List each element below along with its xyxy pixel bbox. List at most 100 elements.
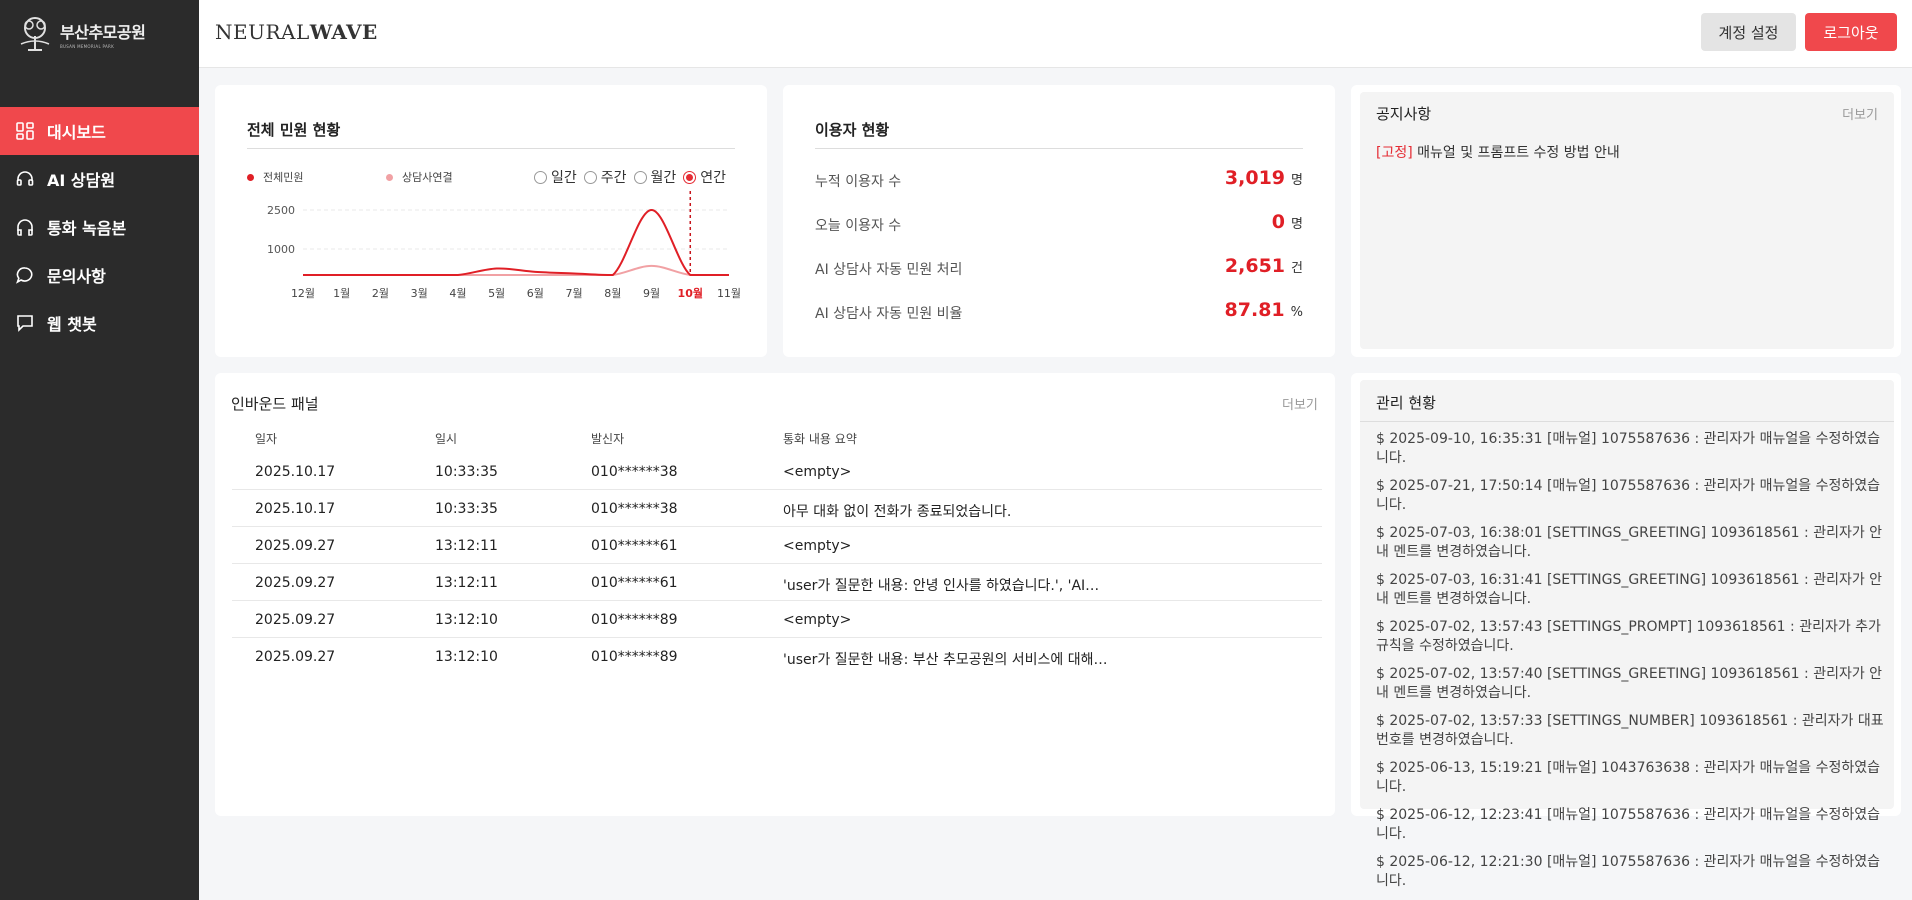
cell-summary: <empty>	[783, 538, 852, 554]
sidebar-item-web-chatbot[interactable]: 웹 챗봇	[0, 299, 199, 347]
table-row[interactable]: 2025.09.27 13:12:11 010******61 <empty>	[232, 527, 1322, 564]
series-line-0	[303, 208, 729, 277]
user-stats: 누적 이용자 수 3,019 명 오늘 이용자 수 0명 AI 상담사 자동 민원…	[815, 165, 1303, 335]
management-log-list: $ 2025-09-10, 16:35:31 [매뉴얼] 1075587636 …	[1376, 430, 1886, 900]
legend-agent: 상담사연결	[386, 169, 453, 185]
x-tick-label: 12월	[291, 287, 315, 300]
log-item: $ 2025-07-03, 16:31:41 [SETTINGS_GREETIN…	[1376, 572, 1883, 607]
stat-value: 87.81%	[1225, 299, 1303, 321]
legend-total-label: 전체민원	[263, 171, 304, 184]
sidebar-item-label: 웹 챗봇	[47, 315, 97, 334]
radio-circle	[633, 170, 647, 184]
cell-date: 2025.09.27	[255, 575, 336, 591]
x-tick-label: 11월	[717, 287, 741, 300]
notice-more-link[interactable]: 더보기	[1842, 104, 1878, 123]
cell-time: 10:33:35	[435, 501, 498, 517]
log-item: $ 2025-07-03, 16:38:01 [SETTINGS_GREETIN…	[1376, 525, 1883, 560]
logout-button[interactable]: 로그아웃	[1805, 13, 1897, 51]
table-row[interactable]: 2025.09.27 13:12:10 010******89 <empty>	[232, 601, 1322, 638]
notice-panel: 공지사항 더보기 [고정] 매뉴얼 및 프롬프트 수정 방법 안내	[1360, 92, 1894, 349]
table-row[interactable]: 2025.09.27 13:12:10 010******89 'user가 질…	[232, 638, 1322, 675]
stat-label: 누적 이용자 수	[815, 174, 902, 190]
logo-subtitle: BUSAN MEMORIAL PARK	[60, 44, 115, 49]
stat-value: 2,651 건	[1225, 255, 1303, 277]
headset-icon	[16, 170, 34, 188]
headphones-icon	[16, 218, 34, 236]
stat-unit: 명	[1291, 217, 1303, 232]
sidebar-item-label: 문의사항	[47, 267, 106, 286]
x-tick-label: 8월	[604, 287, 621, 300]
legend-agent-label: 상담사연결	[402, 171, 453, 184]
radio-circle	[583, 170, 597, 184]
table-row[interactable]: 2025.09.27 13:12:11 010******61 'user가 질…	[232, 564, 1322, 601]
column-header-time[interactable]: 일시	[435, 430, 457, 447]
column-header-date[interactable]: 일자	[255, 430, 277, 447]
inbound-more-link[interactable]: 더보기	[1282, 394, 1318, 413]
cell-summary: 아무 대화 없이 전화가 종료되었습니다.	[783, 504, 1012, 520]
x-tick-label: 1월	[333, 287, 350, 300]
sidebar-item-label: 통화 녹음본	[47, 219, 127, 238]
stat-row: 오늘 이용자 수 0명	[815, 209, 1303, 239]
cell-time: 13:12:10	[435, 612, 498, 628]
period-weekly[interactable]: 주간	[583, 167, 627, 187]
brand-logo[interactable]: NEURALWAVE	[215, 20, 378, 44]
period-selector: 일간 주간 월간 연간	[534, 167, 726, 187]
cell-date: 2025.10.17	[255, 464, 336, 480]
notice-title: 공지사항	[1376, 105, 1432, 123]
stat-row: AI 상담사 자동 민원 비율 87.81%	[815, 297, 1303, 327]
cell-summary: 'user가 질문한 내용: 안녕 인사를 하였습니다.', 'AI…	[783, 578, 1100, 594]
cell-summary: <empty>	[783, 612, 852, 628]
x-tick-label: 9월	[643, 287, 660, 300]
cell-caller: 010******89	[591, 649, 678, 665]
column-header-summary[interactable]: 통화 내용 요약	[783, 430, 857, 447]
table-row[interactable]: 2025.10.17 10:33:35 010******38 <empty>	[232, 453, 1322, 490]
radio-circle-checked	[683, 170, 697, 184]
cell-time: 10:33:35	[435, 464, 498, 480]
period-label: 주간	[600, 170, 627, 186]
complaints-divider	[247, 148, 735, 149]
table-row[interactable]: 2025.10.17 10:33:35 010******38 아무 대화 없이…	[232, 490, 1322, 527]
sidebar-item-dashboard[interactable]: 대시보드	[0, 107, 199, 155]
complaints-chart: 1000 2500 12월 1월 2월 3월 4월 5월 6월 7월 8월 9월 10월 11월	[267, 191, 741, 300]
stat-number: 2,651	[1224, 255, 1286, 277]
x-tick-label: 5월	[488, 287, 505, 300]
chat-bubble-icon	[16, 266, 34, 284]
log-item: $ 2025-07-02, 13:57:40 [SETTINGS_GREETIN…	[1376, 666, 1883, 701]
sidebar-item-call-recordings[interactable]: 통화 녹음본	[0, 203, 199, 251]
dashboard-icon	[16, 122, 34, 140]
sidebar-item-label: 대시보드	[47, 123, 106, 142]
cell-caller: 010******61	[591, 575, 678, 591]
log-item: $ 2025-07-02, 13:57:43 [SETTINGS_PROMPT]…	[1376, 619, 1881, 654]
users-title: 이용자 현황	[815, 121, 890, 139]
log-item: $ 2025-07-21, 17:50:14 [매뉴얼] 1075587636 …	[1376, 478, 1880, 513]
period-daily[interactable]: 일간	[534, 167, 577, 187]
period-label: 연간	[700, 170, 727, 186]
stat-unit: %	[1290, 305, 1303, 320]
stat-unit: 명	[1291, 173, 1303, 188]
legend-total: 전체민원	[247, 169, 303, 185]
sidebar-item-inquiries[interactable]: 문의사항	[0, 251, 199, 299]
y-tick-label: 1000	[267, 243, 295, 256]
x-tick-label: 2월	[372, 287, 389, 300]
period-label: 월간	[650, 170, 677, 186]
period-monthly[interactable]: 월간	[633, 167, 677, 187]
cell-date: 2025.09.27	[255, 612, 336, 628]
account-settings-button[interactable]: 계정 설정	[1701, 13, 1796, 51]
stat-row: 누적 이용자 수 3,019 명	[815, 165, 1303, 195]
stat-number: 87.81	[1224, 299, 1285, 321]
sidebar: 부산추모공원 BUSAN MEMORIAL PARK 대시보드 AI 상담원 통…	[0, 0, 199, 900]
sidebar-nav: 대시보드 AI 상담원 통화 녹음본 문의사항 웹 챗봇	[0, 107, 199, 347]
users-divider	[815, 148, 1303, 149]
cell-time: 13:12:11	[435, 538, 498, 554]
x-tick-label: 10월	[678, 286, 703, 300]
logo[interactable]: 부산추모공원 BUSAN MEMORIAL PARK	[16, 12, 166, 56]
period-yearly[interactable]: 연간	[683, 167, 726, 187]
brand-bold: WAVE	[309, 20, 378, 44]
notice-item[interactable]: [고정] 매뉴얼 및 프롬프트 수정 방법 안내	[1376, 142, 1620, 162]
message-square-icon	[16, 314, 34, 332]
cell-time: 13:12:10	[435, 649, 498, 665]
log-item: $ 2025-06-12, 12:23:41 [매뉴얼] 1075587636 …	[1376, 807, 1880, 842]
column-header-caller[interactable]: 발신자	[591, 430, 624, 447]
management-divider	[1360, 421, 1894, 422]
sidebar-item-ai-agent[interactable]: AI 상담원	[0, 155, 199, 203]
